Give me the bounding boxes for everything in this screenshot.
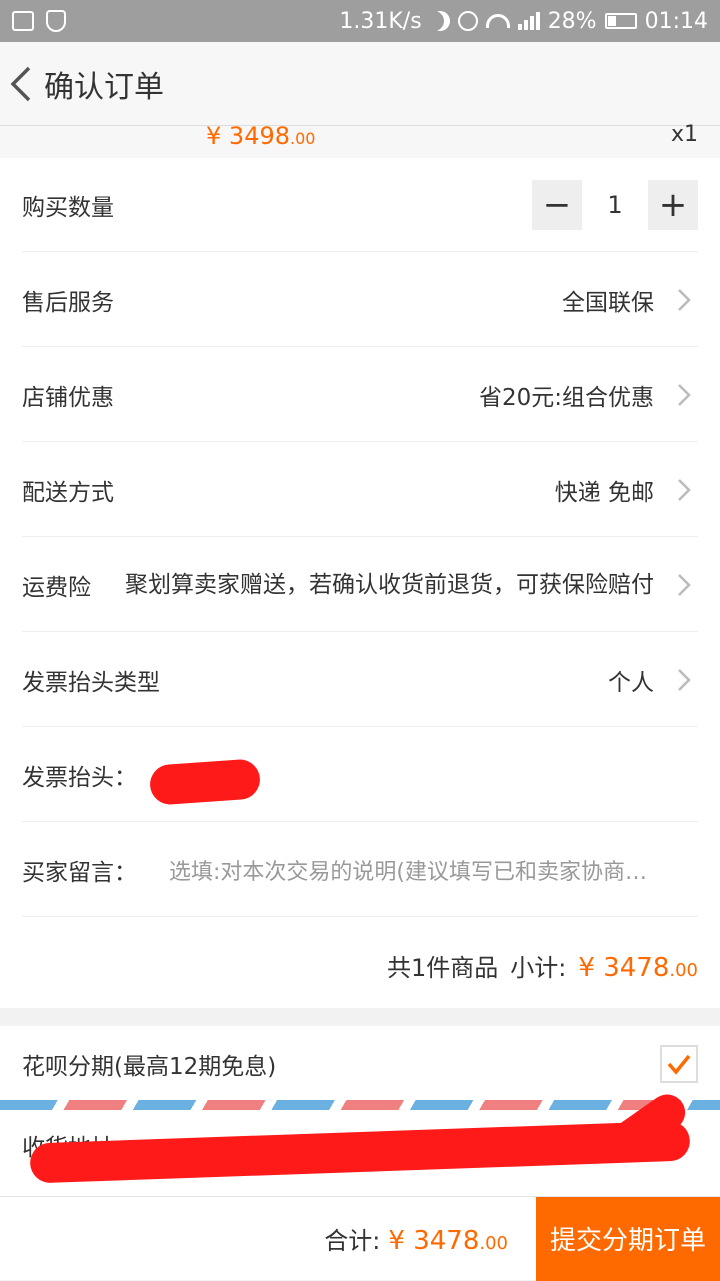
item-price: ¥ 3498.00 [206,122,316,150]
shipping-insurance-value: 聚划算卖家赠送，若确认收货前退货，可获保险赔付 [125,571,654,598]
battery-percent: 28% [547,8,597,34]
invoice-title-row[interactable]: 发票抬头： [22,728,698,822]
delivery-row[interactable]: 配送方式 快递 免邮 [22,443,698,537]
order-total: 合计: ¥ 3478.00 [324,1221,508,1256]
note-label: 买家留言： [22,859,137,886]
clock: 01:14 [644,8,708,34]
battery-icon [604,13,637,29]
page-title: 确认订单 [44,69,164,105]
subtotal-amount: ¥ 3478.00 [578,953,698,983]
quantity-stepper: − 1 + [532,179,698,230]
item-count: 共1件商品 [387,954,499,982]
address-row[interactable]: 收货地址： [0,1087,720,1196]
huabei-label: 花呗分期(最高12期免息) [22,1054,277,1080]
total-label: 合计: [324,1227,381,1255]
after-sales-value: 全国联保 [562,289,654,316]
huabei-installment-row[interactable]: 花呗分期(最高12期免息) [0,1026,720,1102]
redaction-mark [148,758,262,806]
increment-button[interactable]: + [648,179,698,230]
delivery-label: 配送方式 [22,479,114,506]
buyer-note-input[interactable]: 选填:对本次交易的说明(建议填写已和卖家协商… [169,854,689,886]
shop-discount-label: 店铺优惠 [22,384,114,411]
wifi-icon [485,14,510,28]
airmail-divider [0,1100,720,1110]
item-quantity: x1 [670,122,698,147]
delivery-value: 快递 免邮 [554,479,654,506]
status-bar: 1.31K/s 28% 01:14 [0,0,720,42]
back-button[interactable] [0,42,42,126]
total-amount: ¥ 3478.00 [388,1226,508,1256]
quantity-row: 购买数量 − 1 + [22,158,698,252]
signal-icon [517,12,540,30]
chevron-left-icon [10,66,31,101]
bottom-bar: 合计: ¥ 3478.00 提交分期订单 [0,1196,720,1281]
invoice-type-row[interactable]: 发票抬头类型 个人 [22,633,698,727]
item-summary: ¥ 3498.00 x1 [0,122,720,158]
chevron-right-icon [670,381,698,409]
chevron-right-icon [670,286,698,314]
chevron-right-icon [670,476,698,504]
alarm-icon [457,11,478,31]
invoice-type-value: 个人 [608,669,654,696]
redaction-mark [29,1120,691,1184]
moon-icon [430,11,450,31]
subtotal: 共1件商品 小计: ¥ 3478.00 [387,948,698,983]
quantity-value[interactable]: 1 [582,191,648,219]
after-sales-label: 售后服务 [22,289,114,316]
subtotal-label: 小计: [510,954,567,982]
shipping-insurance-row[interactable]: 运费险 聚划算卖家赠送，若确认收货前退货，可获保险赔付 [22,538,698,632]
invoice-title-label: 发票抬头： [22,764,137,791]
buyer-note-row: 买家留言： 选填:对本次交易的说明(建议填写已和卖家协商… [22,823,698,917]
decrement-button[interactable]: − [532,179,582,230]
invoice-type-label: 发票抬头类型 [22,669,160,696]
checkmark-icon [667,1054,691,1075]
shop-discount-value: 省20元:组合优惠 [478,384,654,411]
shop-discount-row[interactable]: 店铺优惠 省20元:组合优惠 [22,348,698,442]
quantity-label: 购买数量 [22,194,114,221]
after-sales-row[interactable]: 售后服务 全国联保 [22,253,698,347]
header: 确认订单 [0,42,720,126]
network-speed: 1.31K/s [339,8,422,34]
shipping-insurance-label: 运费险 [22,574,91,601]
submit-order-button[interactable]: 提交分期订单 [536,1196,720,1281]
chevron-right-icon [670,571,698,599]
order-options-card: 购买数量 − 1 + 售后服务 全国联保 店铺优惠 省20元:组合优惠 配送方式… [0,158,720,1008]
chevron-right-icon [670,666,698,694]
image-icon [12,11,34,31]
huabei-checkbox[interactable] [660,1045,698,1083]
shield-icon [46,10,66,32]
